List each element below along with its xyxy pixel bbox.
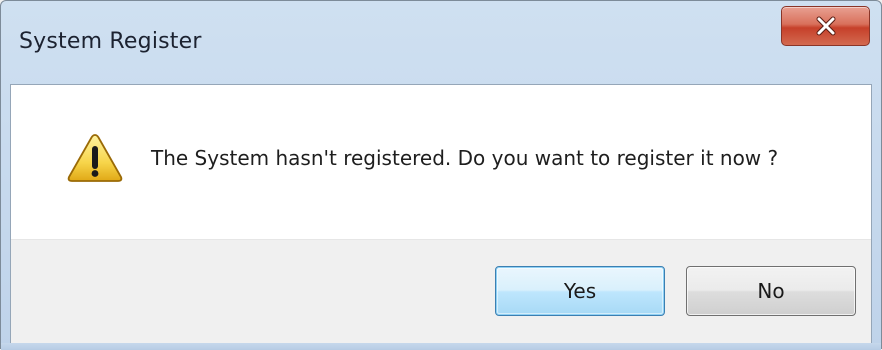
close-button[interactable] [781,6,870,46]
message-area: The System hasn't registered. Do you wan… [11,85,871,239]
window-title: System Register [19,29,202,54]
yes-button[interactable]: Yes [495,266,665,316]
no-button[interactable]: No [686,266,856,316]
button-bar: Yes No [11,239,871,344]
title-bar[interactable]: System Register [1,1,881,85]
warning-icon [66,132,124,184]
dialog-client-area: The System hasn't registered. Do you wan… [10,84,872,344]
dialog-message: The System hasn't registered. Do you wan… [151,146,779,170]
dialog-window: System Register The System hasn't regist… [0,0,882,350]
close-icon [782,7,869,45]
